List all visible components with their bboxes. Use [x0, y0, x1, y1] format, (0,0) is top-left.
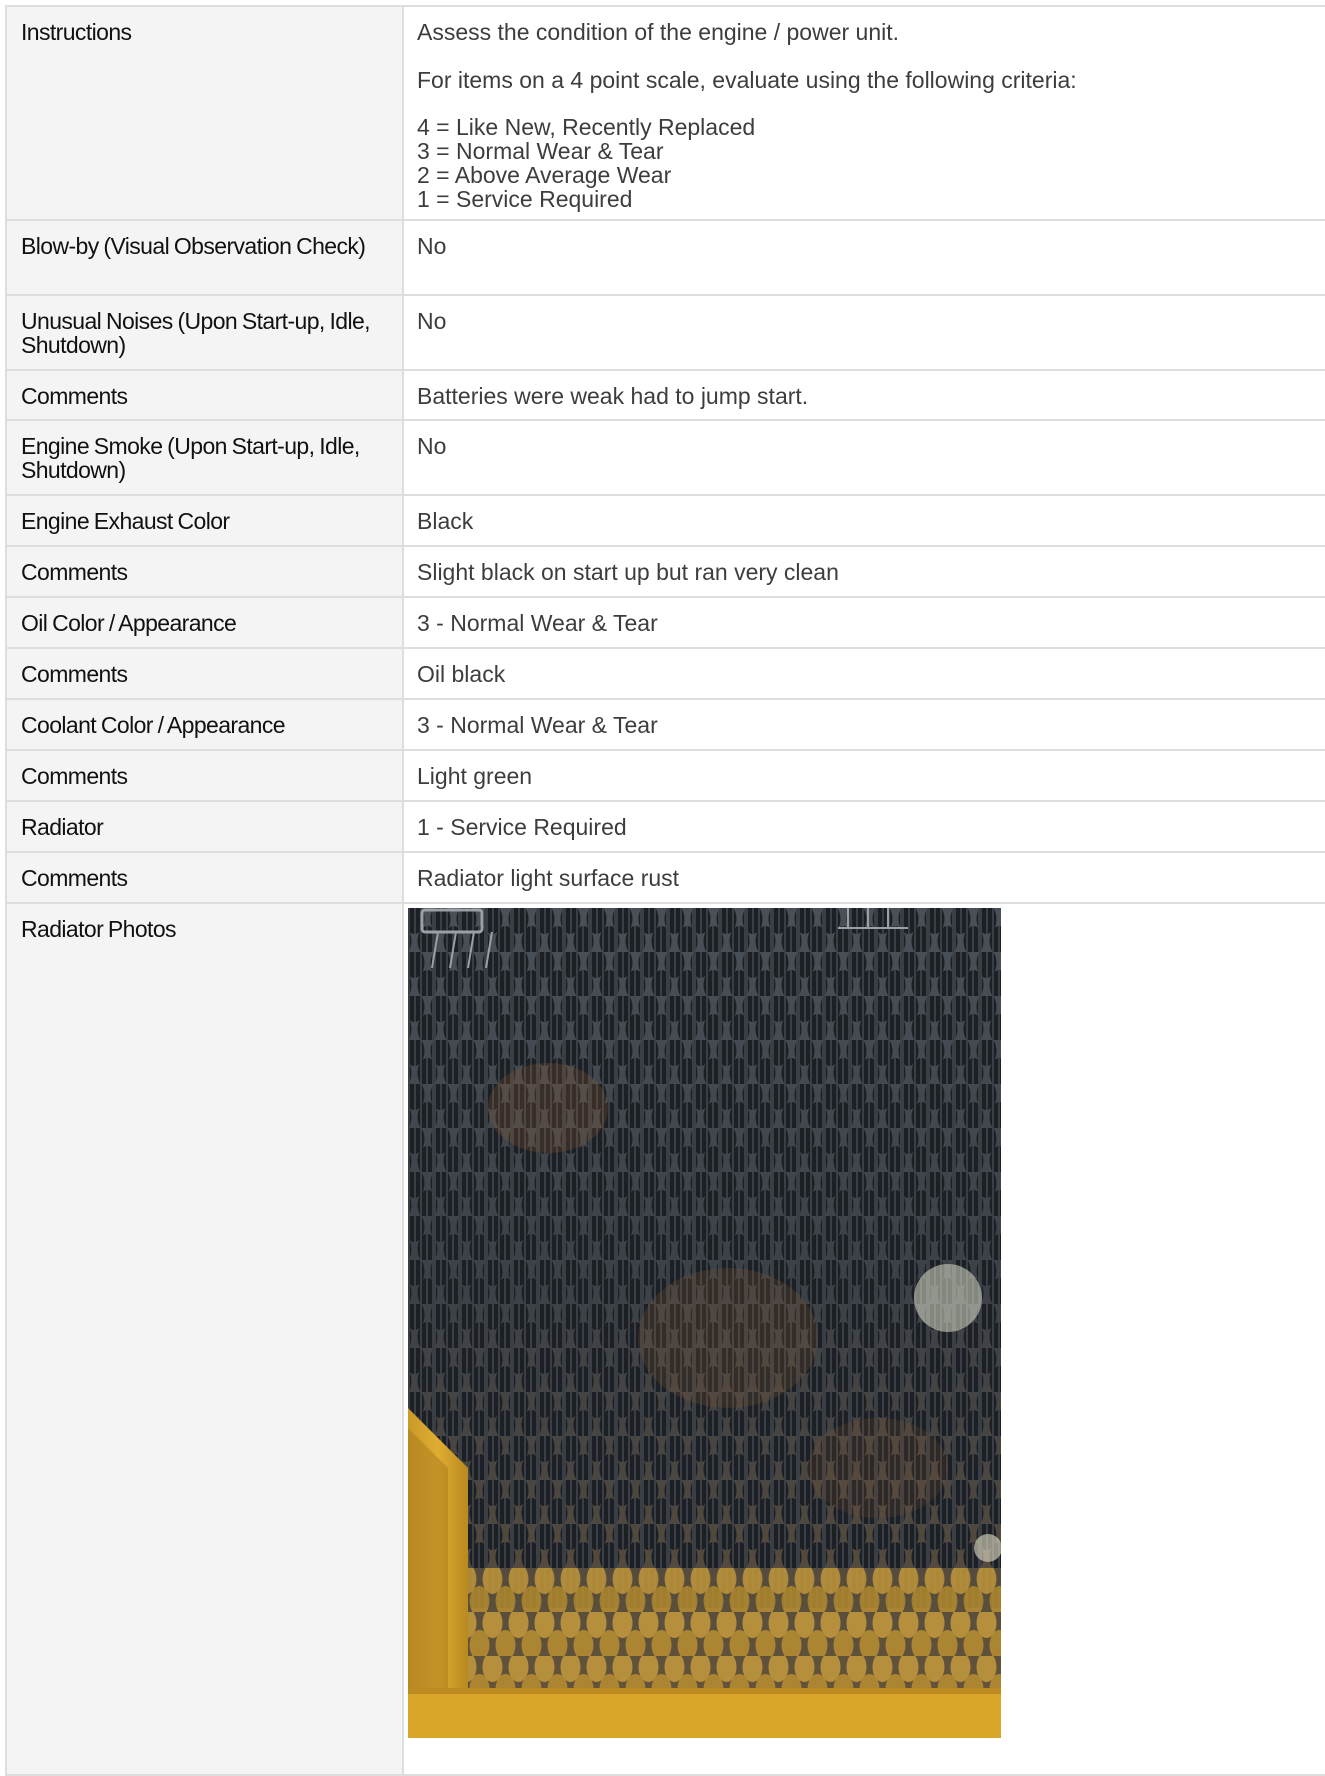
field-value: 3 - Normal Wear & Tear: [417, 712, 658, 738]
inspection-row: Radiator 1 - Service Required: [5, 800, 1325, 853]
value-cell: Black: [402, 494, 1325, 547]
value-cell: No: [402, 219, 1325, 296]
field-value: 3 - Normal Wear & Tear: [417, 610, 658, 636]
field-label: Blow-by (Visual Observation Check): [21, 233, 366, 259]
label-cell: Instructions: [5, 5, 404, 221]
label-cell: Comments: [5, 647, 404, 700]
field-label: Comments: [21, 383, 128, 409]
value-cell: 3 - Normal Wear & Tear: [402, 596, 1325, 649]
field-value: Radiator light surface rust: [417, 865, 680, 891]
field-value: Black: [417, 508, 474, 534]
field-value: 1 - Service Required: [417, 814, 627, 840]
radiator-photos-row: Radiator Photos: [5, 902, 1325, 1776]
rating-scale-item: 1 = Service Required: [417, 186, 633, 212]
label-cell: Radiator: [5, 800, 404, 853]
label-cell: Engine Exhaust Color: [5, 494, 404, 547]
field-label: Unusual Noises (Upon Start-up, Idle, Shu…: [21, 308, 371, 358]
inspection-row: Comments Radiator light surface rust: [5, 851, 1325, 904]
instructions-criteria-heading: For items on a 4 point scale, evaluate u…: [417, 67, 1077, 93]
rating-scale-list: 4 = Like New, Recently Replaced 3 = Norm…: [417, 115, 1319, 211]
field-label: Engine Smoke (Upon Start-up, Idle, Shutd…: [21, 433, 360, 483]
inspection-row: Engine Exhaust Color Black: [5, 494, 1325, 547]
instructions-content: Assess the condition of the engine / pow…: [404, 7, 1325, 219]
rating-scale-item: 3 = Normal Wear & Tear: [417, 138, 664, 164]
field-label: Comments: [21, 559, 128, 585]
inspection-row: Comments Oil black: [5, 647, 1325, 700]
inspection-row: Unusual Noises (Upon Start-up, Idle, Shu…: [5, 294, 1325, 371]
label-cell: Comments: [5, 749, 404, 802]
value-cell: Batteries were weak had to jump start.: [402, 369, 1325, 421]
instructions-row: Instructions Assess the condition of the…: [5, 5, 1325, 221]
label-cell: Blow-by (Visual Observation Check): [5, 219, 404, 296]
radiator-photos-label: Radiator Photos: [21, 916, 177, 942]
inspection-row: Comments Light green: [5, 749, 1325, 802]
engine-inspection-table: Instructions Assess the condition of the…: [5, 5, 1325, 1776]
field-label: Comments: [21, 865, 128, 891]
inspection-row: Engine Smoke (Upon Start-up, Idle, Shutd…: [5, 419, 1325, 496]
label-cell: Coolant Color / Appearance: [5, 698, 404, 751]
field-value: Batteries were weak had to jump start.: [417, 383, 809, 409]
value-cell: Radiator light surface rust: [402, 851, 1325, 904]
value-cell: [402, 902, 1325, 1776]
inspection-row: Comments Batteries were weak had to jump…: [5, 369, 1325, 421]
field-value: Slight black on start up but ran very cl…: [417, 559, 839, 585]
field-value: No: [417, 308, 447, 334]
field-value: No: [417, 433, 447, 459]
label-cell: Comments: [5, 369, 404, 421]
value-cell: 1 - Service Required: [402, 800, 1325, 853]
field-value: Light green: [417, 763, 533, 789]
field-value: Oil black: [417, 661, 506, 687]
label-cell: Comments: [5, 851, 404, 904]
label-cell: Oil Color / Appearance: [5, 596, 404, 649]
inspection-row: Oil Color / Appearance 3 - Normal Wear &…: [5, 596, 1325, 649]
value-cell: Light green: [402, 749, 1325, 802]
label-cell: Unusual Noises (Upon Start-up, Idle, Shu…: [5, 294, 404, 371]
value-cell: Assess the condition of the engine / pow…: [402, 5, 1325, 221]
label-cell: Engine Smoke (Upon Start-up, Idle, Shutd…: [5, 419, 404, 496]
field-label: Coolant Color / Appearance: [21, 712, 286, 738]
label-cell: Radiator Photos: [5, 902, 404, 1776]
rating-scale-item: 4 = Like New, Recently Replaced: [417, 114, 756, 140]
value-cell: Slight black on start up but ran very cl…: [402, 545, 1325, 598]
photo-container: [404, 904, 1325, 1738]
inspection-row: Comments Slight black on start up but ra…: [5, 545, 1325, 598]
field-label: Engine Exhaust Color: [21, 508, 230, 534]
value-cell: Oil black: [402, 647, 1325, 700]
field-label: Oil Color / Appearance: [21, 610, 237, 636]
inspection-row: Blow-by (Visual Observation Check) No: [5, 219, 1325, 296]
value-cell: 3 - Normal Wear & Tear: [402, 698, 1325, 751]
field-label: Comments: [21, 661, 128, 687]
field-value: No: [417, 233, 447, 259]
instructions-label: Instructions: [21, 19, 132, 45]
rating-scale-item: 2 = Above Average Wear: [417, 162, 672, 188]
inspection-row: Coolant Color / Appearance 3 - Normal We…: [5, 698, 1325, 751]
field-label: Comments: [21, 763, 128, 789]
instructions-intro: Assess the condition of the engine / pow…: [417, 19, 900, 45]
label-cell: Comments: [5, 545, 404, 598]
radiator-grille-photo[interactable]: [408, 908, 1001, 1738]
field-label: Radiator: [21, 814, 104, 840]
value-cell: No: [402, 419, 1325, 496]
value-cell: No: [402, 294, 1325, 371]
